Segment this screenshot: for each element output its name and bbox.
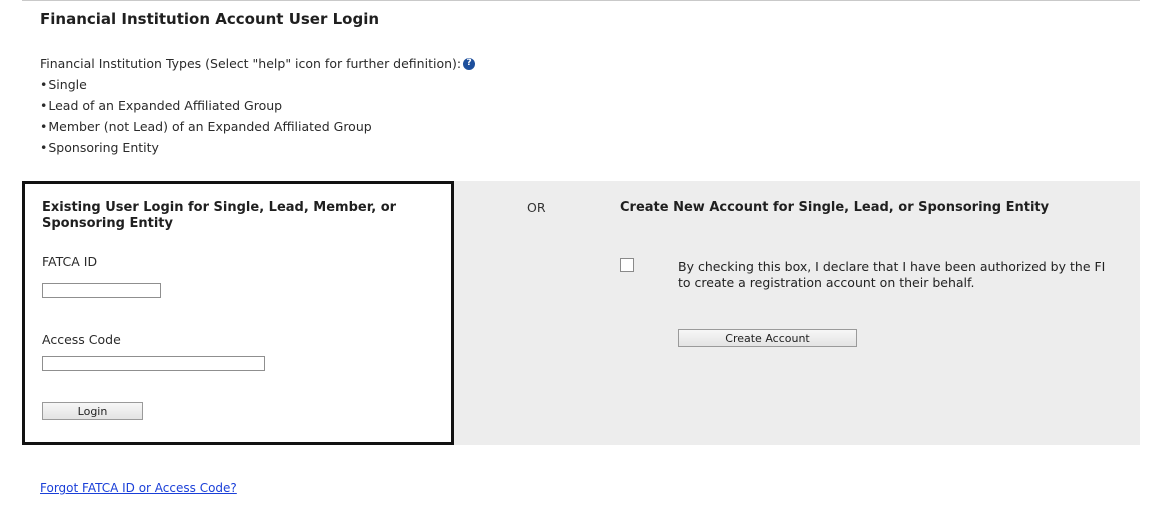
access-code-label: Access Code xyxy=(42,332,121,347)
institution-types-section: Financial Institution Types (Select "hel… xyxy=(40,53,476,158)
type-item-member: Member (not Lead) of an Expanded Affilia… xyxy=(40,116,475,137)
types-intro-text: Financial Institution Types (Select "hel… xyxy=(40,56,462,71)
page-title: Financial Institution Account User Login xyxy=(40,10,380,28)
fatca-id-label: FATCA ID xyxy=(42,254,98,269)
login-heading: Existing User Login for Single, Lead, Me… xyxy=(42,200,397,231)
type-item-single: Single xyxy=(40,74,475,95)
type-item-lead: Lead of an Expanded Affiliated Group xyxy=(40,95,475,116)
existing-user-login-box: Existing User Login for Single, Lead, Me… xyxy=(22,181,454,445)
types-intro-line: Financial Institution Types (Select "hel… xyxy=(40,53,476,74)
authorization-declaration: By checking this box, I declare that I h… xyxy=(678,259,1106,290)
institution-types-list: Single Lead of an Expanded Affiliated Gr… xyxy=(40,74,475,158)
authorization-checkbox[interactable] xyxy=(620,258,634,272)
top-divider xyxy=(22,0,1140,1)
type-item-sponsoring: Sponsoring Entity xyxy=(40,137,475,158)
help-icon[interactable]: ? xyxy=(463,57,476,70)
create-account-heading: Create New Account for Single, Lead, or … xyxy=(620,200,1050,215)
fatca-id-input[interactable] xyxy=(42,283,161,298)
access-code-input[interactable] xyxy=(42,356,265,371)
create-account-button[interactable]: Create Account xyxy=(678,329,857,347)
login-button[interactable]: Login xyxy=(42,402,143,420)
or-separator: OR xyxy=(527,200,546,215)
forgot-credentials-link[interactable]: Forgot FATCA ID or Access Code? xyxy=(40,481,237,495)
